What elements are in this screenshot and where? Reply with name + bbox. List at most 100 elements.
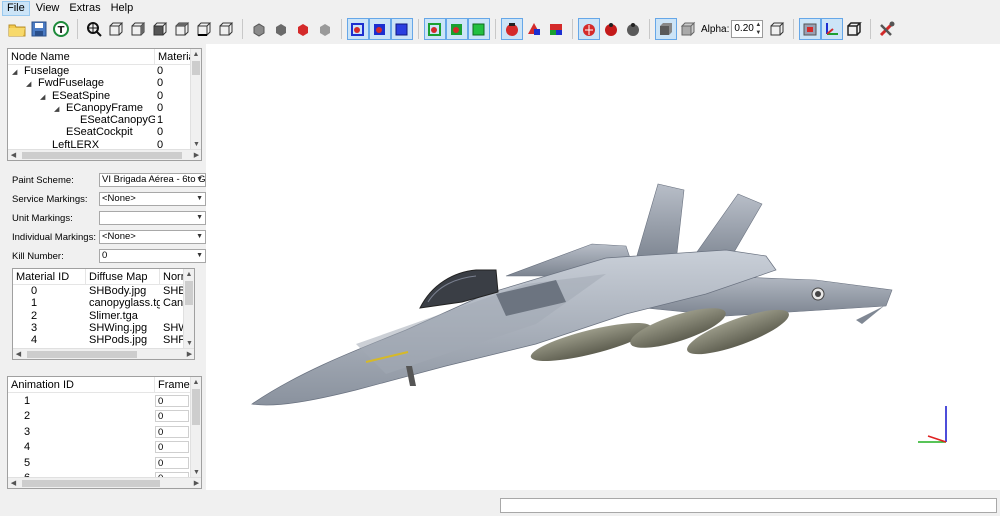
animation-row[interactable]: 40	[8, 440, 201, 456]
material-row[interactable]: 1 canopyglass.tgaCanc	[13, 297, 194, 309]
node-tree-vscroll[interactable]: ▲ ▼	[190, 49, 201, 150]
tree-row[interactable]: ◢ Fuselage 0	[8, 65, 201, 77]
expand-arrow-icon[interactable]: ◢	[54, 104, 63, 114]
column-material[interactable]: Material	[155, 49, 191, 64]
menu-file[interactable]: File	[2, 0, 30, 16]
material-row[interactable]: 4 SHPods.jpg SHPo	[13, 334, 194, 346]
tree-row[interactable]: ◢ ECanopyFrame 0	[8, 102, 201, 114]
scroll-up-icon[interactable]: ▲	[191, 49, 201, 60]
box-blue-icon[interactable]	[391, 18, 413, 40]
tree-row[interactable]: ◢ FwdFuselage 0	[8, 77, 201, 89]
paint-scheme-select[interactable]: VI Brigada Aérea - 6to Gru ▼	[99, 173, 206, 187]
material-row[interactable]: 2 Slimer.tga	[13, 310, 194, 322]
solid-blue-icon[interactable]	[369, 18, 391, 40]
scroll-left-icon[interactable]: ◀	[8, 150, 19, 160]
menu-help[interactable]: Help	[107, 1, 138, 16]
scroll-up-icon[interactable]: ▲	[191, 377, 201, 388]
kill-number-select[interactable]: 0 ▼	[99, 249, 206, 263]
shading-flat-icon[interactable]	[248, 18, 270, 40]
frame-id-input[interactable]: 0	[155, 410, 189, 423]
scroll-thumb[interactable]	[22, 480, 160, 487]
unit-markings-select[interactable]: ▼	[99, 211, 206, 225]
3d-viewport[interactable]	[206, 44, 1000, 490]
column-frame-id[interactable]: Frame ID	[155, 377, 191, 392]
material-row[interactable]: 0 SHBody.jpg SHBo	[13, 285, 194, 297]
node-tree-hscroll[interactable]: ◀ ▶	[8, 149, 201, 160]
view-front-icon[interactable]	[105, 18, 127, 40]
column-node-name[interactable]: Node Name	[8, 49, 155, 64]
frame-id-input[interactable]: 0	[155, 425, 189, 438]
scroll-up-icon[interactable]: ▲	[184, 269, 194, 280]
axes-icon[interactable]	[821, 18, 844, 40]
column-normal-map[interactable]: Norm	[160, 269, 184, 284]
bug-red-outline-icon[interactable]	[578, 18, 600, 40]
material-row[interactable]: 3 SHWing.jpg SHW	[13, 322, 194, 334]
frame-id-input[interactable]: 0	[155, 394, 189, 407]
scroll-left-icon[interactable]: ◀	[13, 349, 24, 359]
tree-row[interactable]: ESeatCanopyGl...1	[8, 114, 201, 126]
frame-id-input[interactable]: 0	[155, 441, 189, 454]
scroll-thumb[interactable]	[27, 351, 137, 358]
alpha-cube-light-icon[interactable]	[677, 18, 699, 40]
wire-blue-icon[interactable]	[347, 18, 369, 40]
scroll-thumb[interactable]	[192, 389, 200, 425]
menu-view[interactable]: View	[32, 1, 64, 16]
view-right-icon[interactable]	[171, 18, 193, 40]
perspective-cube-icon[interactable]	[843, 18, 865, 40]
solid-green-icon[interactable]	[446, 18, 468, 40]
scroll-right-icon[interactable]: ▶	[191, 150, 201, 160]
view-top-icon[interactable]	[193, 18, 215, 40]
column-material-id[interactable]: Material ID	[13, 269, 86, 284]
view-left-icon[interactable]	[149, 18, 171, 40]
scroll-left-icon[interactable]: ◀	[8, 478, 19, 488]
scroll-right-icon[interactable]: ▶	[191, 478, 201, 488]
frame-id-input[interactable]: 0	[155, 456, 189, 469]
bug-red-icon[interactable]	[600, 18, 622, 40]
materials-vscroll[interactable]: ▲ ▼	[183, 269, 194, 349]
animation-row[interactable]: 50	[8, 455, 201, 471]
animation-row[interactable]: 10	[8, 393, 201, 409]
animation-id-cell: 5	[24, 456, 31, 469]
material-rgb-icon[interactable]	[545, 18, 567, 40]
expand-arrow-icon[interactable]: ◢	[26, 79, 35, 89]
scroll-thumb[interactable]	[185, 281, 193, 305]
shading-gray-icon[interactable]	[314, 18, 336, 40]
materials-hscroll[interactable]: ◀ ▶	[13, 348, 194, 359]
shading-smooth-icon[interactable]	[270, 18, 292, 40]
spin-arrows-icon[interactable]: ▲ ▼	[754, 21, 762, 37]
open-folder-icon[interactable]	[6, 18, 28, 40]
scroll-right-icon[interactable]: ▶	[184, 349, 194, 359]
scroll-thumb[interactable]	[22, 152, 182, 159]
material-red-icon[interactable]	[501, 18, 523, 40]
view-bottom-icon[interactable]	[215, 18, 237, 40]
shading-red-icon[interactable]	[292, 18, 314, 40]
animation-vscroll[interactable]: ▲ ▼	[190, 377, 201, 478]
service-markings-select[interactable]: <None> ▼	[99, 192, 206, 206]
animation-id-cell: 4	[24, 441, 31, 454]
column-animation-id[interactable]: Animation ID	[8, 377, 155, 392]
material-mix-icon[interactable]	[523, 18, 545, 40]
menu-extras[interactable]: Extras	[65, 1, 104, 16]
zoom-fit-icon[interactable]	[83, 18, 105, 40]
tools-icon[interactable]	[876, 18, 898, 40]
view-back-icon[interactable]	[127, 18, 149, 40]
wire-green-icon[interactable]	[424, 18, 446, 40]
box-green-icon[interactable]	[468, 18, 490, 40]
scroll-thumb[interactable]	[192, 61, 200, 75]
column-diffuse-map[interactable]: Diffuse Map	[86, 269, 160, 284]
alpha-cube-icon[interactable]	[655, 18, 677, 40]
expand-arrow-icon[interactable]: ◢	[40, 92, 49, 102]
animation-hscroll[interactable]: ◀ ▶	[8, 477, 201, 488]
texture-toggle-icon[interactable]: T	[50, 18, 72, 40]
wireframe-cube-icon[interactable]	[766, 18, 788, 40]
animation-row[interactable]: 30	[8, 424, 201, 440]
animation-row[interactable]: 20	[8, 409, 201, 425]
individual-markings-select[interactable]: <None> ▼	[99, 230, 206, 244]
expand-arrow-icon[interactable]: ◢	[12, 67, 21, 77]
tree-row[interactable]: ◢ ESeatSpine 0	[8, 90, 201, 102]
save-icon[interactable]	[28, 18, 50, 40]
tree-row[interactable]: ESeatCockpit 0	[8, 126, 201, 138]
alpha-spinbox[interactable]: 0.20 ▲ ▼	[731, 20, 764, 38]
bug-gray-icon[interactable]	[622, 18, 644, 40]
bounding-box-icon[interactable]	[799, 18, 822, 40]
